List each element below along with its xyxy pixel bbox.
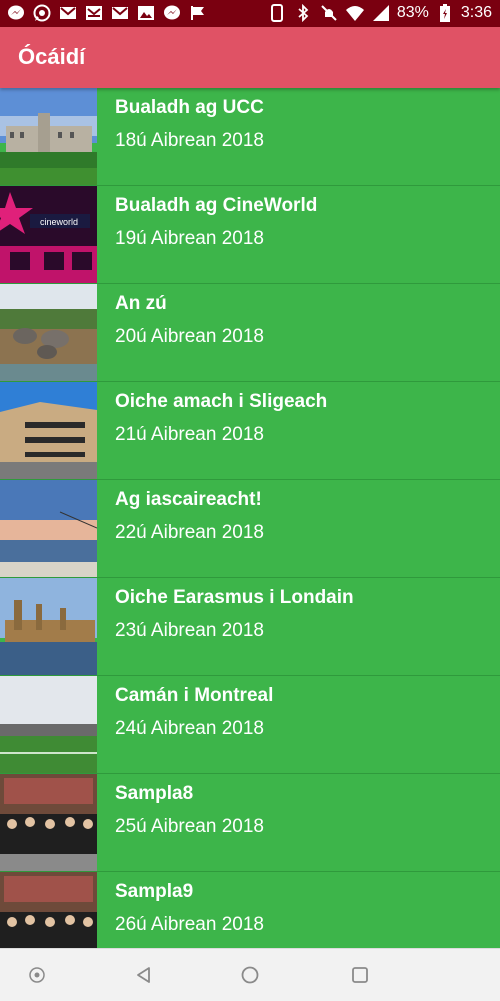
app-bar: Ócáidí <box>0 27 500 88</box>
event-date: 19ú Aibrean 2018 <box>115 228 264 249</box>
system-icons: 83% 3:36 <box>267 3 492 23</box>
wifi-icon <box>345 3 365 23</box>
list-item[interactable]: Sampla8 25ú Aibrean 2018 <box>0 774 500 872</box>
clock: 3:36 <box>460 4 492 21</box>
event-date: 25ú Aibrean 2018 <box>115 816 264 837</box>
event-title: Sampla8 <box>115 783 194 804</box>
svg-text:cineworld: cineworld <box>40 217 78 227</box>
event-date: 21ú Aibrean 2018 <box>115 424 264 445</box>
list-item[interactable]: Bualadh ag UCC 18ú Aibrean 2018 <box>0 88 500 186</box>
group-photo <box>0 774 97 871</box>
navigation-bar <box>0 948 500 1001</box>
bluetooth-icon <box>293 3 313 23</box>
inbox-icon <box>84 3 104 23</box>
event-title: Bualadh ag CineWorld <box>115 195 318 216</box>
group-photo <box>0 872 97 948</box>
event-date: 26ú Aibrean 2018 <box>115 914 264 935</box>
list-item[interactable]: Ag iascaireacht! 22ú Aibrean 2018 <box>0 480 500 578</box>
event-title: Bualadh ag UCC <box>115 97 264 118</box>
event-title: Oiche Earasmus i Londain <box>115 587 354 608</box>
page-title: Ócáidí <box>18 44 86 69</box>
event-date: 18ú Aibrean 2018 <box>115 130 264 151</box>
status-bar: 83% 3:36 <box>0 0 500 27</box>
event-title: An zú <box>115 293 167 314</box>
event-date: 20ú Aibrean 2018 <box>115 326 264 347</box>
back-button[interactable] <box>132 963 156 987</box>
battery-icon <box>435 3 455 23</box>
signal-icon <box>371 3 391 23</box>
messenger-icon <box>6 3 26 23</box>
recents-button[interactable] <box>348 963 372 987</box>
assistant-button[interactable] <box>25 963 49 987</box>
event-title: Oiche amach i Sligeach <box>115 391 328 412</box>
image-icon <box>136 3 156 23</box>
gmail-icon <box>58 3 78 23</box>
list-item[interactable]: Camán i Montreal 24ú Aibrean 2018 <box>0 676 500 774</box>
fishing-photo <box>0 480 97 577</box>
event-title: Camán i Montreal <box>115 685 274 706</box>
whatsapp-icon <box>32 3 52 23</box>
list-item[interactable]: Oiche amach i Sligeach 21ú Aibrean 2018 <box>0 382 500 480</box>
list-item[interactable]: An zú 20ú Aibrean 2018 <box>0 284 500 382</box>
home-button[interactable] <box>238 963 262 987</box>
event-date: 23ú Aibrean 2018 <box>115 620 264 641</box>
event-date: 24ú Aibrean 2018 <box>115 718 264 739</box>
messenger-icon <box>162 3 182 23</box>
list-item[interactable]: Sampla9 26ú Aibrean 2018 <box>0 872 500 948</box>
flag-icon <box>188 3 208 23</box>
list-item[interactable]: Oiche Earasmus i Londain 23ú Aibrean 201… <box>0 578 500 676</box>
cineworld-photo: cineworld <box>0 186 97 283</box>
london-photo <box>0 578 97 675</box>
phone-icon <box>267 3 287 23</box>
battery-percent: 83% <box>396 4 429 21</box>
sligo-photo <box>0 382 97 479</box>
montreal-photo <box>0 676 97 773</box>
ucc-photo <box>0 88 97 185</box>
event-date: 22ú Aibrean 2018 <box>115 522 264 543</box>
zoo-photo <box>0 284 97 381</box>
gmail-icon <box>110 3 130 23</box>
event-title: Sampla9 <box>115 881 194 902</box>
notification-icons <box>6 3 208 23</box>
list-item[interactable]: cineworld Bualadh ag CineWorld 19ú Aibre… <box>0 186 500 284</box>
event-list[interactable]: Bualadh ag UCC 18ú Aibrean 2018 cineworl… <box>0 88 500 948</box>
event-title: Ag iascaireacht! <box>115 489 262 510</box>
mute-icon <box>319 3 339 23</box>
